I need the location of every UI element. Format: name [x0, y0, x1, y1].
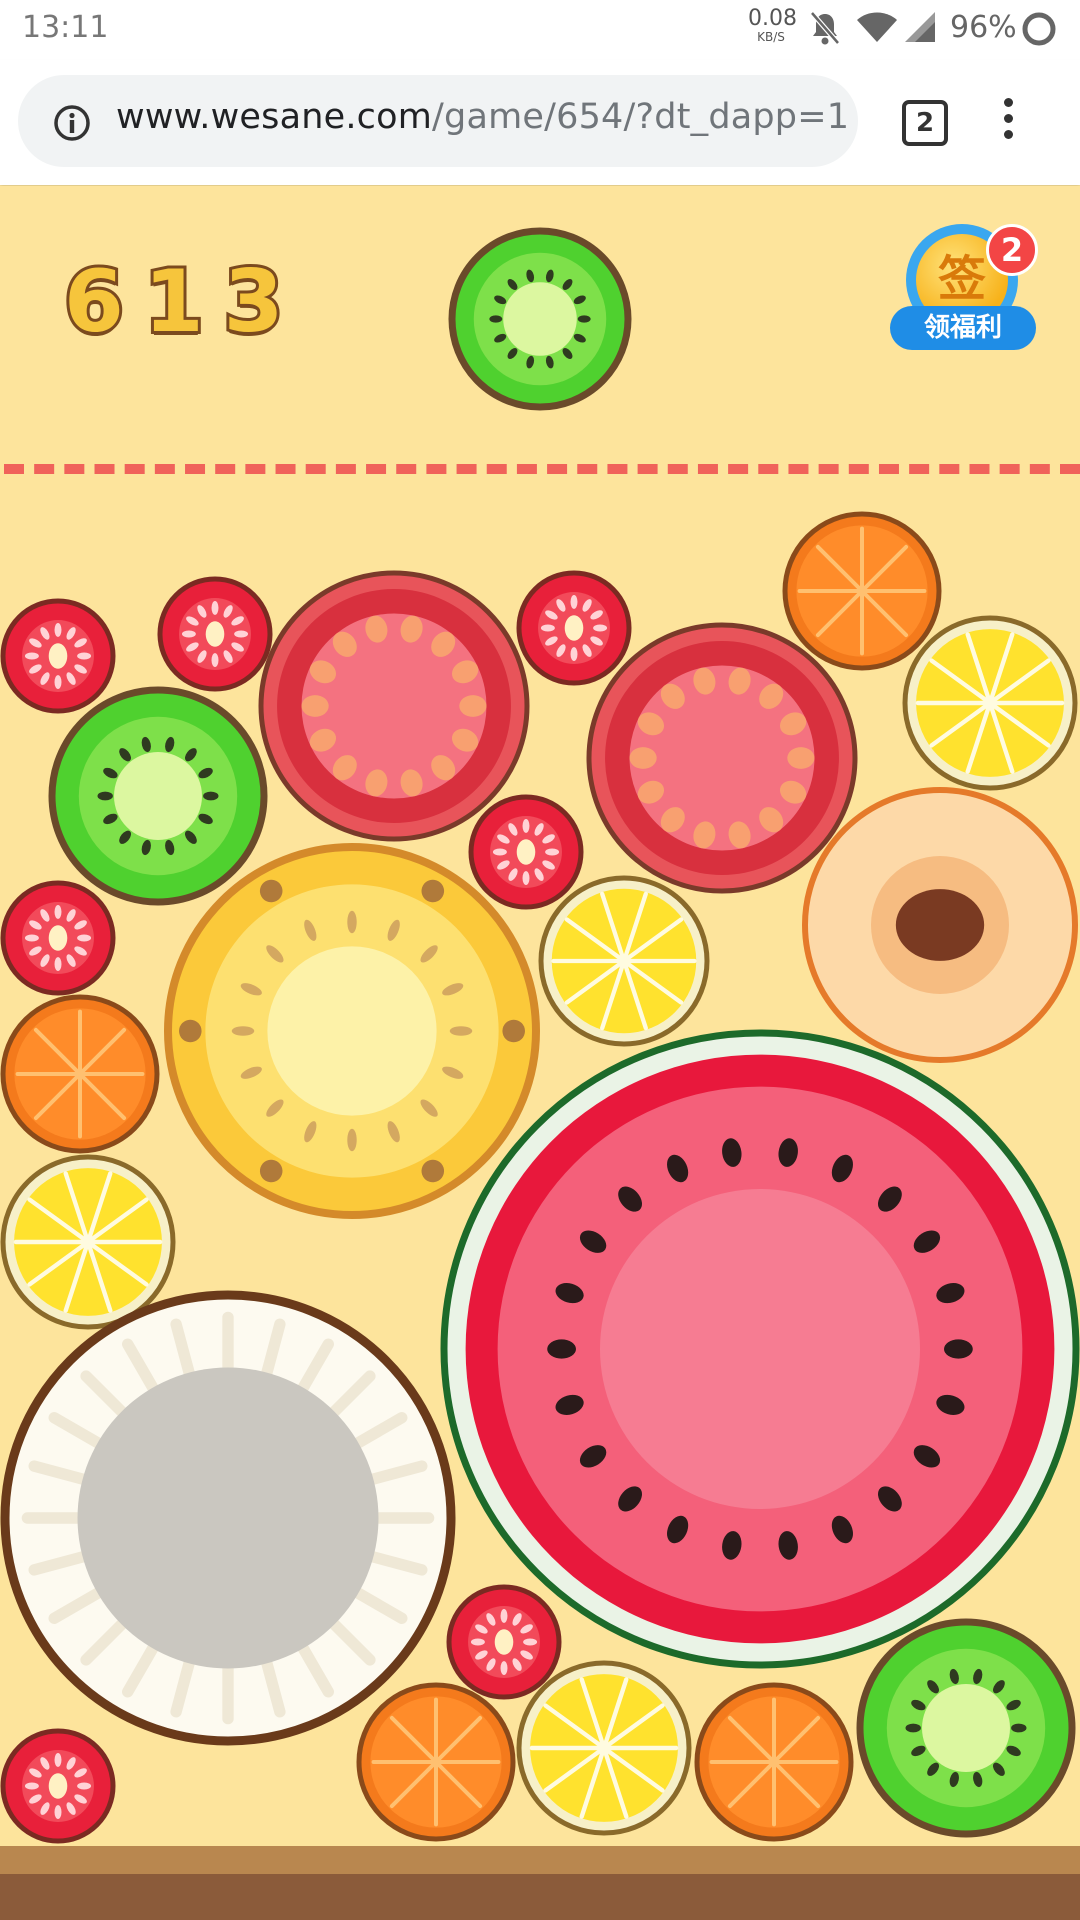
url-text[interactable]: www.wesane.com/game/654/?dt_dapp=1 — [116, 97, 849, 137]
status-bar: 13:11 0.08 KB/S 96% — [0, 0, 1080, 60]
raspberry-fruit — [157, 576, 273, 692]
wifi-icon — [856, 10, 898, 48]
network-speed-value: 0.08 — [748, 6, 797, 31]
lemon-fruit — [538, 875, 710, 1047]
raspberry-fruit — [0, 880, 116, 996]
bell-off-icon — [808, 10, 842, 50]
score: 613 — [61, 249, 304, 355]
signin-reward-button[interactable]: 签 2 领福利 — [888, 224, 1038, 354]
url-host: www.wesane.com — [116, 97, 433, 137]
ground — [0, 1874, 1080, 1920]
address-bar[interactable]: www.wesane.com/game/654/?dt_dapp=1 — [18, 75, 858, 167]
game-canvas[interactable]: 613 签 2 领福利 — [0, 186, 1080, 1920]
tab-count: 2 — [915, 108, 935, 138]
battery-ring-icon — [1020, 10, 1058, 52]
kiwi-fruit — [856, 1618, 1076, 1838]
watermelon-fruit — [440, 1029, 1080, 1669]
network-speed: 0.08 KB/S — [748, 6, 797, 44]
url-path: /game/654/?dt_dapp=1 — [432, 97, 850, 137]
orange-fruit — [694, 1682, 854, 1842]
deadline-line — [4, 464, 1080, 474]
coconut-fruit — [0, 1290, 456, 1746]
tabs-icon[interactable]: 2 — [902, 100, 948, 146]
browser-toolbar: www.wesane.com/game/654/?dt_dapp=1 2 — [0, 60, 1080, 185]
info-icon[interactable] — [52, 103, 92, 147]
next-fruit-preview — [448, 227, 632, 411]
signin-badge: 2 — [986, 224, 1038, 276]
peach-fruit — [802, 787, 1078, 1063]
orange-fruit — [356, 1682, 516, 1842]
ground-top — [0, 1846, 1080, 1874]
lemon-fruit — [902, 615, 1078, 791]
more-vert-icon[interactable] — [1000, 98, 1016, 146]
signal-icon — [903, 10, 937, 48]
raspberry-fruit — [0, 1728, 116, 1844]
network-speed-unit: KB/S — [757, 30, 785, 44]
orange-fruit — [0, 994, 160, 1154]
signin-label: 领福利 — [890, 306, 1036, 350]
status-time: 13:11 — [22, 10, 109, 45]
battery-percent: 96% — [950, 10, 1017, 45]
lemon-fruit — [516, 1660, 692, 1836]
